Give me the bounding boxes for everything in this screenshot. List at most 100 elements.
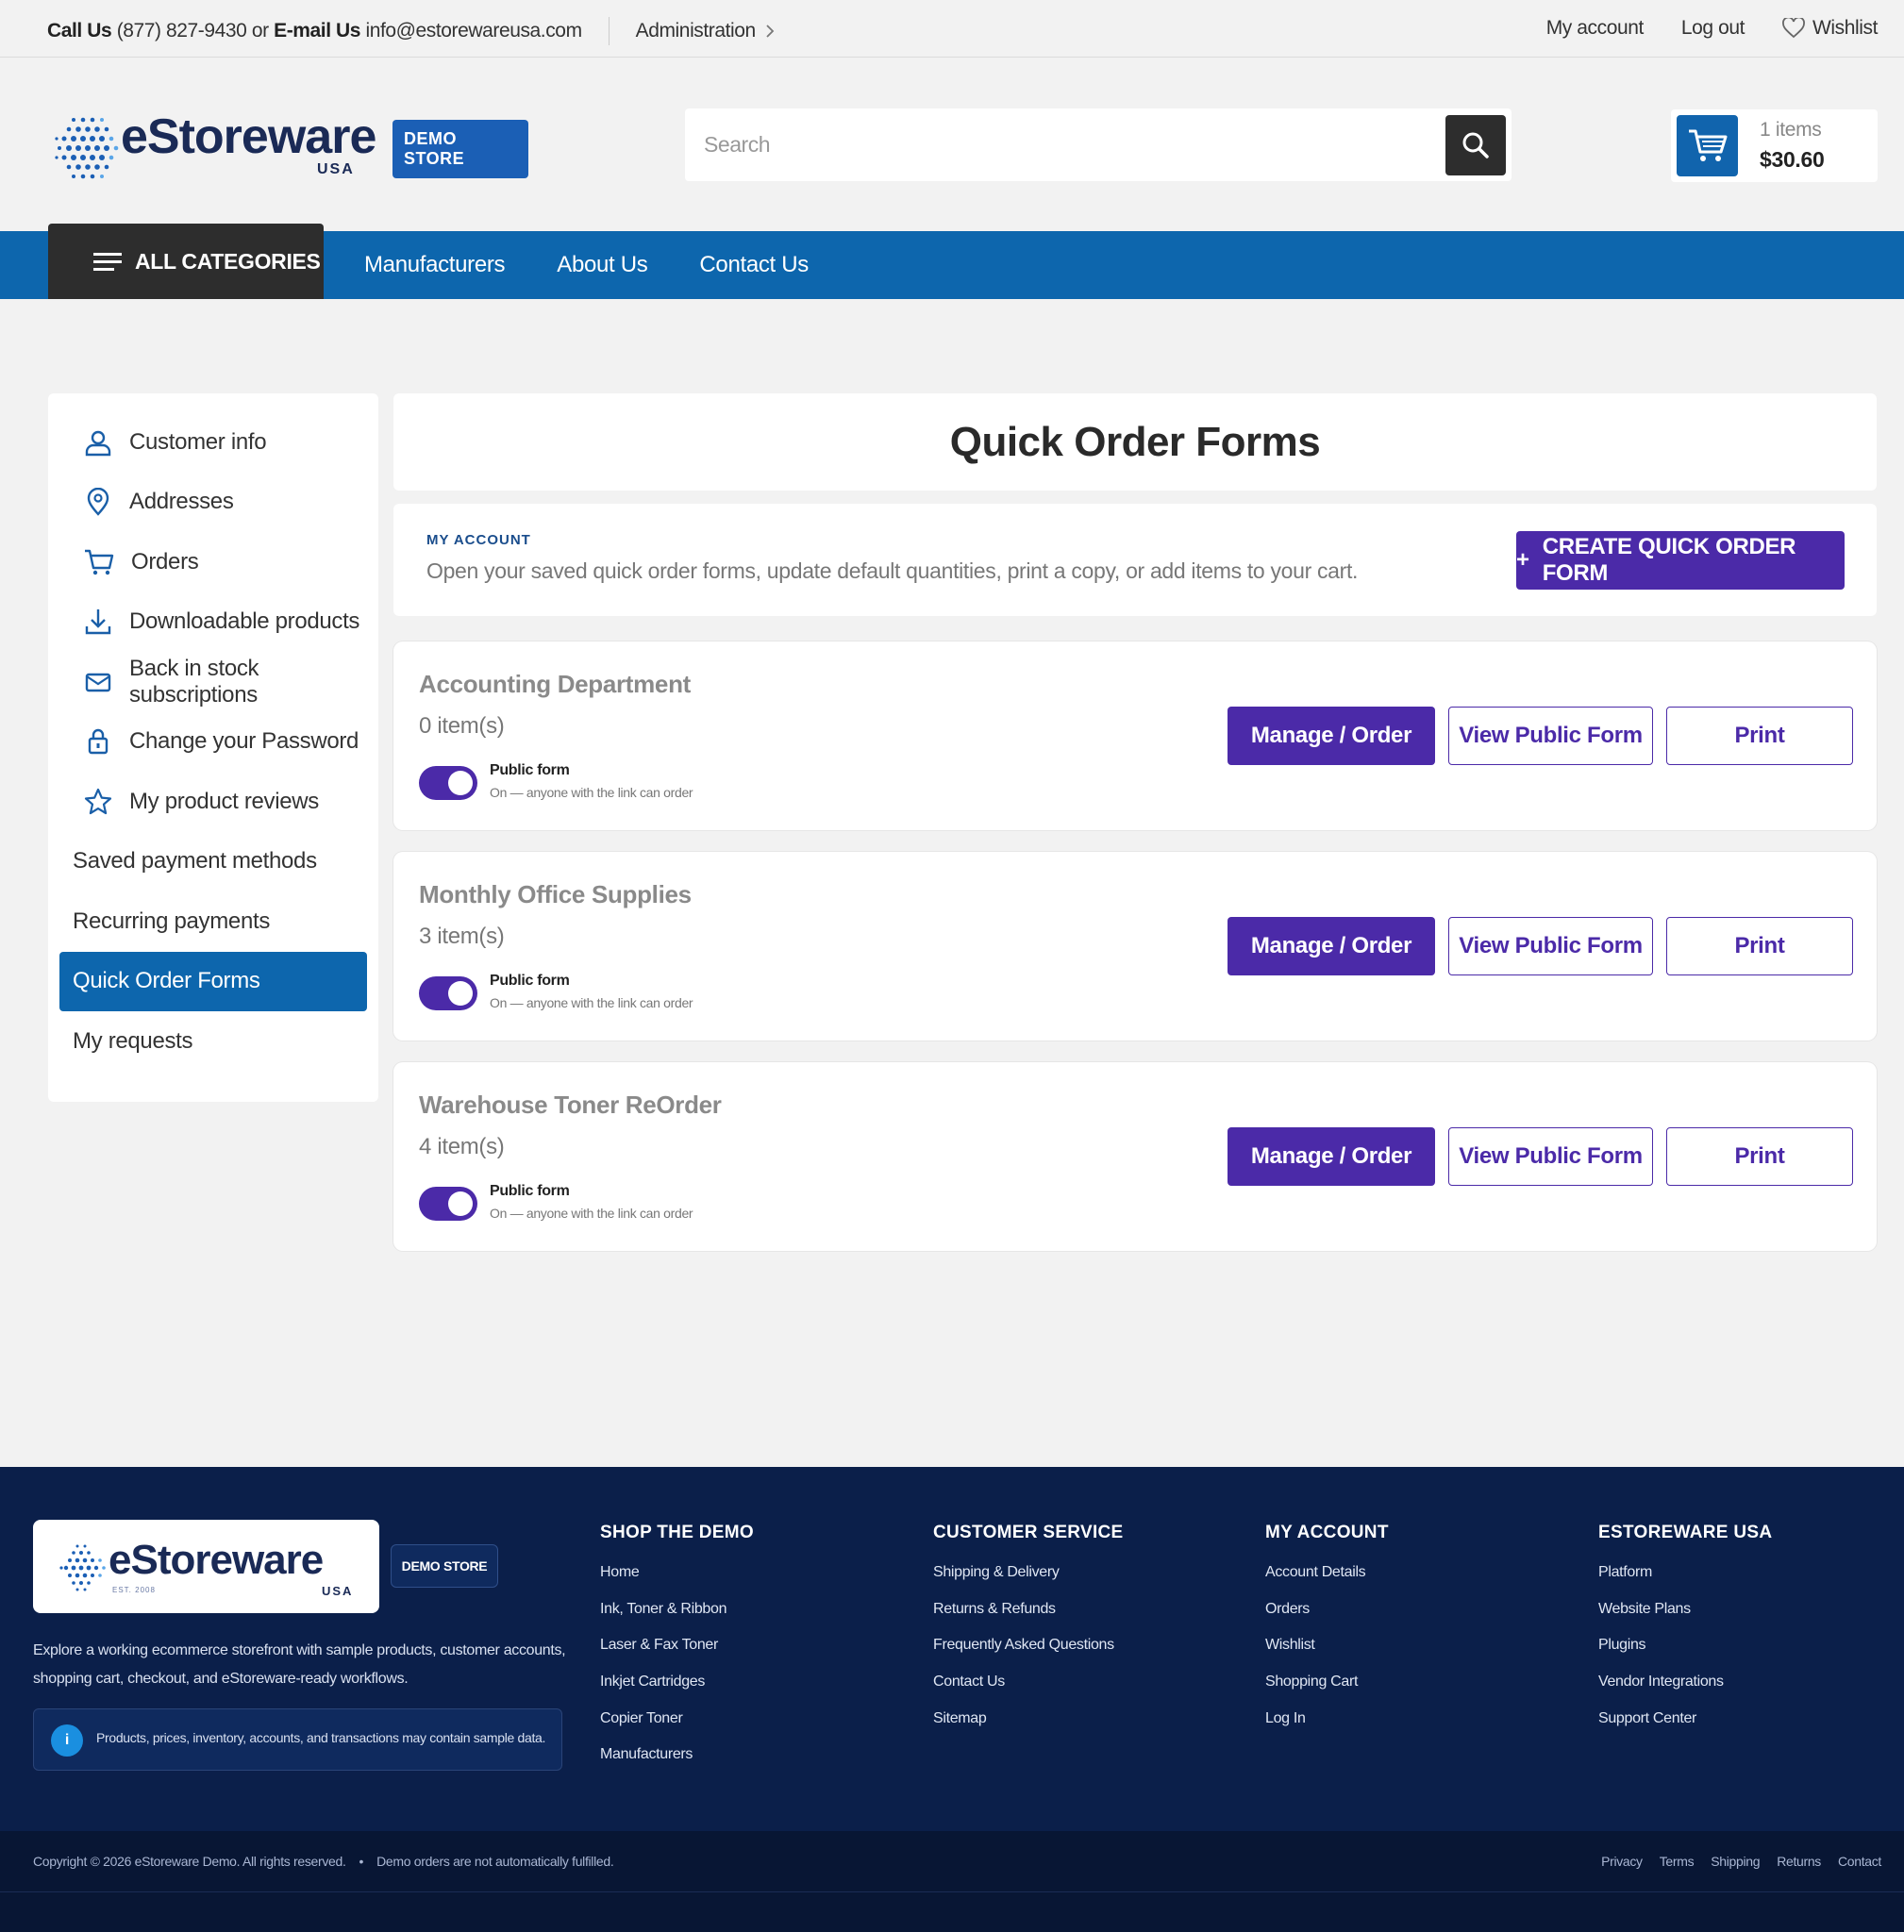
footer-link-support-center[interactable]: Support Center <box>1598 1710 1772 1747</box>
print-button[interactable]: Print <box>1666 707 1853 765</box>
demo-notice-text: Demo orders are not automatically fulfil… <box>376 1854 614 1869</box>
view-public-form-button[interactable]: View Public Form <box>1448 707 1653 765</box>
footer-link-home[interactable]: Home <box>600 1564 754 1601</box>
page-title: Quick Order Forms <box>949 418 1321 465</box>
account-sidebar: Customer info Addresses Orders Downloada… <box>48 393 378 1102</box>
public-form-status: On — anyone with the link can order <box>490 1206 693 1221</box>
print-button[interactable]: Print <box>1666 917 1853 975</box>
my-account-link[interactable]: My account <box>1546 17 1645 40</box>
wishlist-link[interactable]: Wishlist <box>1782 17 1878 40</box>
phone-number[interactable]: (877) 827-9430 <box>117 20 247 42</box>
sidebar-item-label: Orders <box>131 548 199 575</box>
footer-link-laser-fax-toner[interactable]: Laser & Fax Toner <box>600 1637 754 1674</box>
legal-link-shipping[interactable]: Shipping <box>1711 1854 1760 1869</box>
footer-link-faq[interactable]: Frequently Asked Questions <box>933 1637 1124 1674</box>
sidebar-item-orders[interactable]: Orders <box>59 532 367 592</box>
site-header: eStoreware USA DEMO STORE 1 items $30.60 <box>0 58 1904 231</box>
toggle-knob <box>448 1191 473 1216</box>
user-icon <box>85 430 111 456</box>
footer-link-platform[interactable]: Platform <box>1598 1564 1772 1601</box>
view-public-form-button[interactable]: View Public Form <box>1448 917 1653 975</box>
nav-link-about-us[interactable]: About Us <box>557 252 647 278</box>
footer-bottom-bar: Copyright © 2026 eStoreware Demo. All ri… <box>0 1831 1904 1892</box>
footer-link-website-plans[interactable]: Website Plans <box>1598 1601 1772 1638</box>
public-form-toggle[interactable] <box>419 1187 477 1221</box>
footer-link-orders[interactable]: Orders <box>1265 1601 1389 1638</box>
search-box <box>685 108 1512 181</box>
mini-cart[interactable]: 1 items $30.60 <box>1671 109 1878 182</box>
sidebar-item-label: Change your Password <box>129 728 359 755</box>
all-categories-label: ALL CATEGORIES <box>135 248 321 274</box>
account-links: My account Log out Wishlist <box>1546 17 1879 40</box>
all-categories-button[interactable]: ALL CATEGORIES <box>48 224 324 299</box>
footer-column-title: CUSTOMER SERVICE <box>933 1523 1124 1542</box>
sidebar-item-label: My product reviews <box>129 788 319 814</box>
sidebar-item-recurring-payments[interactable]: Recurring payments <box>59 891 367 952</box>
manage-order-button[interactable]: Manage / Order <box>1228 707 1435 765</box>
footer-link-shipping-delivery[interactable]: Shipping & Delivery <box>933 1564 1124 1601</box>
footer-link-vendor-integrations[interactable]: Vendor Integrations <box>1598 1674 1772 1710</box>
nav-link-contact-us[interactable]: Contact Us <box>699 252 809 278</box>
sidebar-item-label: Quick Order Forms <box>73 968 260 994</box>
cart-icon <box>85 549 114 575</box>
footer-link-shopping-cart[interactable]: Shopping Cart <box>1265 1674 1389 1710</box>
footer-column-estoreware: ESTOREWARE USA Platform Website Plans Pl… <box>1598 1523 1772 1746</box>
sidebar-item-saved-payment-methods[interactable]: Saved payment methods <box>59 832 367 892</box>
create-quick-order-form-button[interactable]: + CREATE QUICK ORDER FORM <box>1516 531 1845 590</box>
sidebar-item-label: Recurring payments <box>73 908 270 934</box>
view-public-form-button[interactable]: View Public Form <box>1448 1127 1653 1186</box>
footer-link-manufacturers[interactable]: Manufacturers <box>600 1746 754 1783</box>
footer-link-account-details[interactable]: Account Details <box>1265 1564 1389 1601</box>
sidebar-item-addresses[interactable]: Addresses <box>59 473 367 533</box>
or-text: or <box>251 20 269 42</box>
footer-link-ink-toner-ribbon[interactable]: Ink, Toner & Ribbon <box>600 1601 754 1638</box>
footer-link-copier-toner[interactable]: Copier Toner <box>600 1710 754 1747</box>
nav-link-manufacturers[interactable]: Manufacturers <box>364 252 506 278</box>
public-form-toggle[interactable] <box>419 976 477 1010</box>
info-icon: i <box>51 1724 83 1757</box>
form-item-count: 4 item(s) <box>419 1134 505 1159</box>
legal-link-terms[interactable]: Terms <box>1660 1854 1695 1869</box>
shopping-cart-icon <box>1688 129 1727 161</box>
sidebar-item-label: My requests <box>73 1027 193 1054</box>
sidebar-item-change-password[interactable]: Change your Password <box>59 712 367 773</box>
manage-order-button[interactable]: Manage / Order <box>1228 917 1435 975</box>
footer-est: EST. 2008 <box>112 1586 156 1594</box>
footer-link-contact-us[interactable]: Contact Us <box>933 1674 1124 1710</box>
search-input[interactable] <box>685 108 1440 181</box>
brand-sub: USA <box>317 161 355 177</box>
footer-link-sitemap[interactable]: Sitemap <box>933 1710 1124 1747</box>
email-link[interactable]: info@estorewareusa.com <box>365 20 582 42</box>
top-bar: Call Us (877) 827-9430 or E-mail Us info… <box>0 0 1904 58</box>
print-button[interactable]: Print <box>1666 1127 1853 1186</box>
public-form-toggle[interactable] <box>419 766 477 800</box>
heart-icon <box>1782 18 1805 39</box>
section-kicker: MY ACCOUNT <box>426 532 531 548</box>
legal-link-returns[interactable]: Returns <box>1777 1854 1821 1869</box>
footer-logo[interactable]: eStoreware EST. 2008 USA <box>33 1520 379 1613</box>
legal-link-contact[interactable]: Contact <box>1838 1854 1881 1869</box>
sidebar-item-product-reviews[interactable]: My product reviews <box>59 772 367 832</box>
footer-link-plugins[interactable]: Plugins <box>1598 1637 1772 1674</box>
toggle-knob <box>448 771 473 795</box>
legal-links: Privacy Terms Shipping Returns Contact <box>1601 1854 1881 1869</box>
copyright: Copyright © 2026 eStoreware Demo. All ri… <box>33 1854 614 1869</box>
sidebar-item-customer-info[interactable]: Customer info <box>59 412 367 473</box>
plus-icon: + <box>1516 547 1529 573</box>
footer-link-wishlist[interactable]: Wishlist <box>1265 1637 1389 1674</box>
footer-link-inkjet-cartridges[interactable]: Inkjet Cartridges <box>600 1674 754 1710</box>
legal-link-privacy[interactable]: Privacy <box>1601 1854 1643 1869</box>
sidebar-item-quick-order-forms[interactable]: Quick Order Forms <box>59 951 367 1011</box>
sidebar-item-downloadable-products[interactable]: Downloadable products <box>59 592 367 653</box>
sample-data-notice-text: Products, prices, inventory, accounts, a… <box>96 1730 546 1745</box>
log-out-link[interactable]: Log out <box>1681 17 1745 40</box>
sidebar-item-my-requests[interactable]: My requests <box>59 1011 367 1072</box>
manage-order-button[interactable]: Manage / Order <box>1228 1127 1435 1186</box>
administration-link[interactable]: Administration <box>636 20 775 42</box>
footer-link-log-in[interactable]: Log In <box>1265 1710 1389 1747</box>
cart-button[interactable] <box>1677 115 1738 176</box>
sidebar-item-back-in-stock[interactable]: Back in stock subscriptions <box>59 652 367 712</box>
site-logo[interactable]: eStoreware USA DEMO STORE <box>47 103 528 193</box>
search-button[interactable] <box>1445 115 1506 175</box>
footer-link-returns-refunds[interactable]: Returns & Refunds <box>933 1601 1124 1638</box>
